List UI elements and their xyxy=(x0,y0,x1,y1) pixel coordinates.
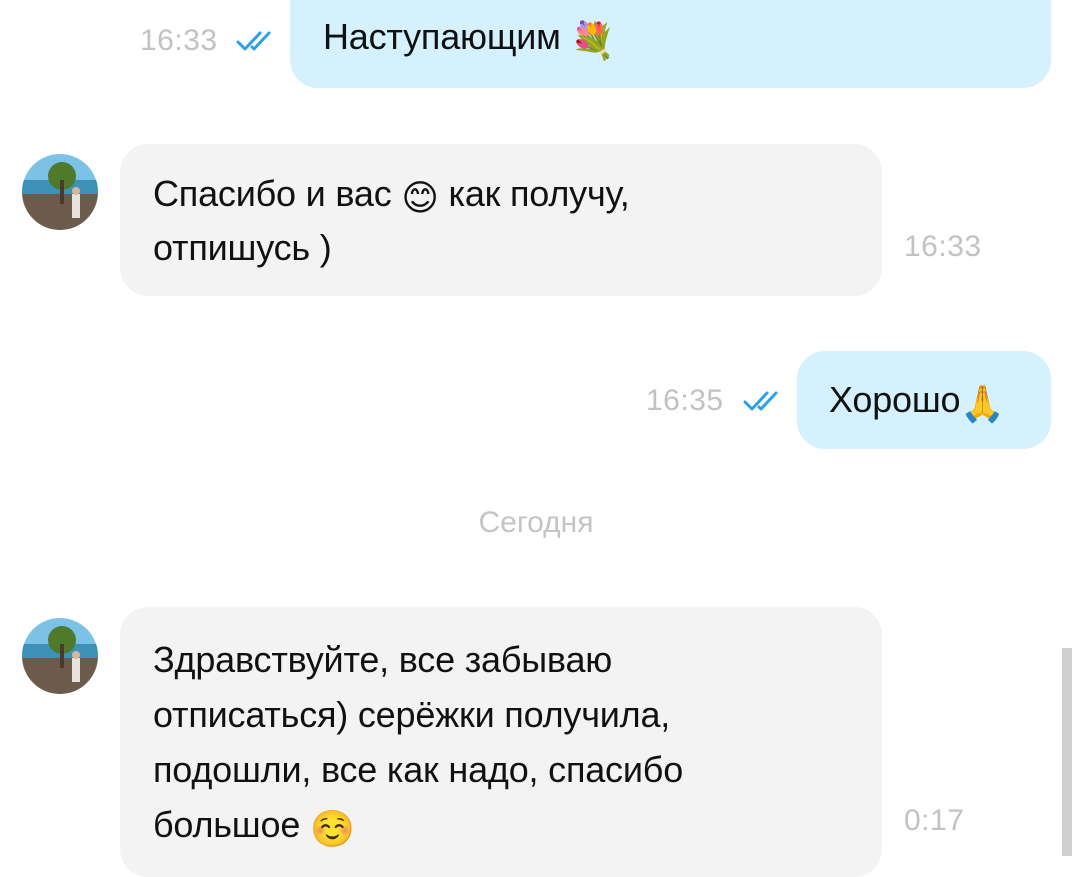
message-time: 16:35 xyxy=(646,384,724,417)
bouquet-emoji: 💐 xyxy=(570,20,616,61)
smiling-face-emoji: 😊 xyxy=(401,177,439,218)
avatar-photo xyxy=(22,618,98,694)
message-time: 0:17 xyxy=(904,804,965,837)
avatar[interactable] xyxy=(22,154,98,230)
double-check-icon xyxy=(236,31,271,51)
date-separator: Сегодня xyxy=(478,506,594,539)
double-check-icon xyxy=(743,391,778,411)
folded-hands-emoji: 🙏 xyxy=(960,383,1005,424)
message-text-line2: отпишусь ) xyxy=(153,227,332,268)
outgoing-message-bubble[interactable]: Наступающим 💐 xyxy=(290,0,1051,88)
outgoing-message-bubble[interactable]: Хорошо🙏 xyxy=(797,351,1051,449)
message-text-line: подошли, все как надо, спасибо xyxy=(153,749,684,790)
smiling-face-emoji: ☺️ xyxy=(309,808,355,849)
scrollbar[interactable] xyxy=(1062,648,1072,856)
chat-history: 16:33 Наступающим 💐 Спасибо и вас 😊 как … xyxy=(0,0,1072,877)
message-time: 16:33 xyxy=(140,24,218,57)
avatar-photo xyxy=(22,154,98,230)
incoming-message-bubble[interactable]: Здравствуйте, все забываю отписаться) се… xyxy=(120,607,882,877)
message-text: Спасибо и вас xyxy=(153,173,392,214)
message-time: 16:33 xyxy=(904,230,982,263)
message-text: Наступающим xyxy=(323,16,561,57)
avatar[interactable] xyxy=(22,618,98,694)
message-text-line: большое xyxy=(153,804,301,845)
message-text: Хорошо xyxy=(829,379,961,420)
message-text-continued: как получу, xyxy=(448,173,630,214)
incoming-message-bubble[interactable]: Спасибо и вас 😊 как получу, отпишусь ) xyxy=(120,144,882,296)
message-text-line: отписаться) серёжки получила, xyxy=(153,694,671,735)
message-text-line: Здравствуйте, все забываю xyxy=(153,639,613,680)
